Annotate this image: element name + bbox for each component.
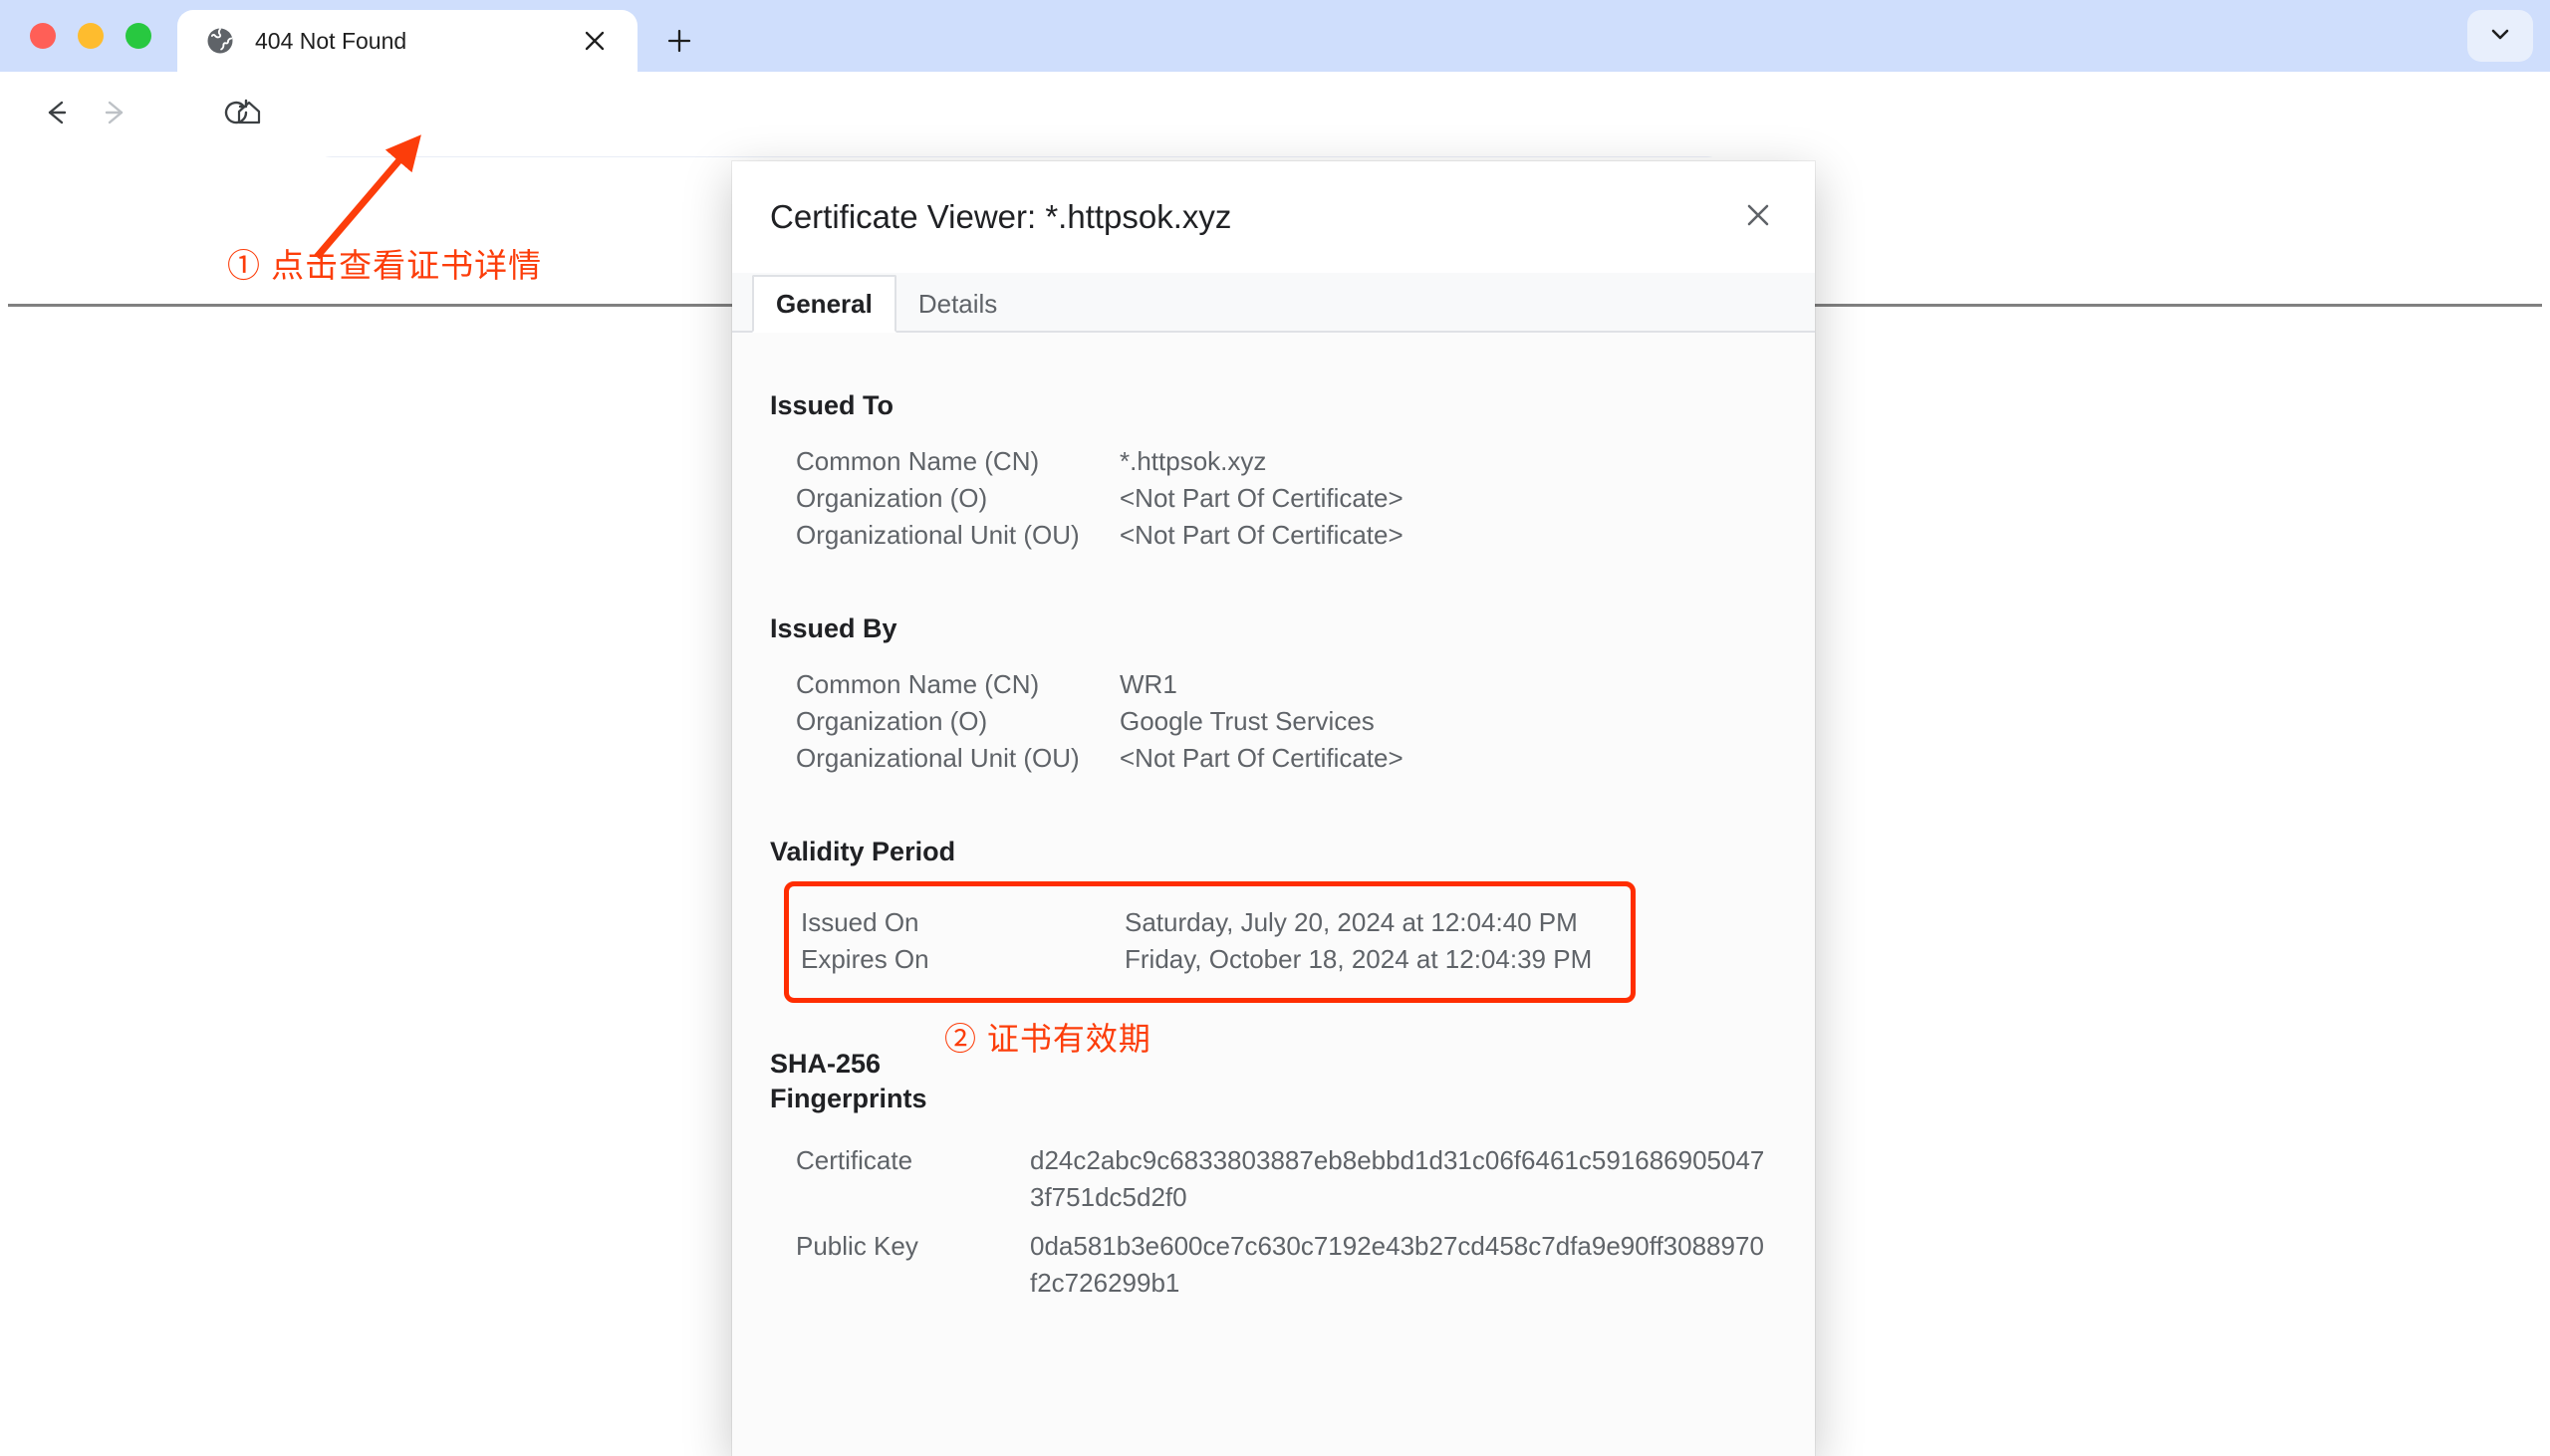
chevron-down-icon <box>2487 21 2513 52</box>
tab-details[interactable]: Details <box>896 275 1019 333</box>
section-heading-line2: Fingerprints <box>770 1082 939 1116</box>
field-value: 0da581b3e600ce7c630c7192e43b27cd458c7dfa… <box>1030 1228 1767 1302</box>
validity-highlight-wrapper: Issued On Saturday, July 20, 2024 at 12:… <box>784 881 1636 1003</box>
table-row: Expires On Friday, October 18, 2024 at 1… <box>789 941 1631 978</box>
dialog-close-button[interactable] <box>1735 194 1781 240</box>
browser-tab[interactable]: 404 Not Found <box>177 10 638 72</box>
section-heading: SHA-256 Fingerprints <box>770 1047 939 1116</box>
section-heading: Issued To <box>770 390 1815 421</box>
issued-to-table: Common Name (CN) *.httpsok.xyz Organizat… <box>796 443 1815 554</box>
field-value: <Not Part Of Certificate> <box>1120 480 1403 517</box>
field-label: Organization (O) <box>796 703 1120 740</box>
close-icon <box>1745 202 1771 233</box>
dialog-header: Certificate Viewer: *.httpsok.xyz <box>732 161 1815 273</box>
field-value: <Not Part Of Certificate> <box>1120 517 1403 554</box>
dialog-body: Issued To Common Name (CN) *.httpsok.xyz… <box>732 333 1815 1456</box>
section-fingerprints: SHA-256 Fingerprints Certificate d24c2ab… <box>732 1047 1815 1302</box>
table-row: Organizational Unit (OU) <Not Part Of Ce… <box>796 740 1815 777</box>
forward-button[interactable] <box>90 90 139 139</box>
field-label: Common Name (CN) <box>796 443 1120 480</box>
close-window-button[interactable] <box>30 23 56 49</box>
home-button[interactable] <box>224 90 274 139</box>
table-row: Common Name (CN) *.httpsok.xyz <box>796 443 1815 480</box>
field-value: <Not Part Of Certificate> <box>1120 740 1403 777</box>
issued-by-table: Common Name (CN) WR1 Organization (O) Go… <box>796 666 1815 777</box>
section-heading: Issued By <box>770 613 1815 644</box>
section-heading-line1: SHA-256 <box>770 1047 939 1082</box>
section-issued-to: Issued To Common Name (CN) *.httpsok.xyz… <box>732 390 1815 554</box>
new-tab-button[interactable] <box>659 21 699 61</box>
table-row: Organization (O) Google Trust Services <box>796 703 1815 740</box>
window-controls <box>30 23 151 49</box>
field-value: Friday, October 18, 2024 at 12:04:39 PM <box>1125 941 1592 978</box>
back-arrow-icon <box>41 97 73 133</box>
back-button[interactable] <box>32 90 82 139</box>
field-value: *.httpsok.xyz <box>1120 443 1266 480</box>
field-value: Saturday, July 20, 2024 at 12:04:40 PM <box>1125 904 1578 941</box>
section-validity-period: Validity Period Issued On Saturday, July… <box>732 837 1815 1003</box>
section-issued-by: Issued By Common Name (CN) WR1 Organizat… <box>732 613 1815 777</box>
table-row: Public Key 0da581b3e600ce7c630c7192e43b2… <box>796 1228 1815 1302</box>
section-heading: Validity Period <box>770 837 1815 867</box>
field-label: Organization (O) <box>796 480 1120 517</box>
forward-arrow-icon <box>99 97 130 133</box>
dialog-tabs: General Details <box>732 273 1815 333</box>
table-row: Certificate d24c2abc9c6833803887eb8ebbd1… <box>796 1142 1815 1216</box>
tab-title: 404 Not Found <box>255 28 406 55</box>
minimize-window-button[interactable] <box>78 23 104 49</box>
table-row: Organizational Unit (OU) <Not Part Of Ce… <box>796 517 1815 554</box>
validity-highlight-box: Issued On Saturday, July 20, 2024 at 12:… <box>784 881 1636 1003</box>
annotation-2-text: ② 证书有效期 <box>944 1014 1151 1060</box>
tab-strip: 404 Not Found <box>0 0 2550 72</box>
field-label: Expires On <box>801 941 1125 978</box>
fingerprints-table: Certificate d24c2abc9c6833803887eb8ebbd1… <box>796 1142 1815 1302</box>
field-label: Public Key <box>796 1228 1030 1302</box>
globe-icon <box>205 26 235 56</box>
field-label: Common Name (CN) <box>796 666 1120 703</box>
tab-general[interactable]: General <box>752 275 896 333</box>
dialog-title: Certificate Viewer: *.httpsok.xyz <box>770 198 1231 236</box>
certificate-viewer-dialog: Certificate Viewer: *.httpsok.xyz Genera… <box>732 161 1815 1456</box>
table-row: Common Name (CN) WR1 <box>796 666 1815 703</box>
tab-search-button[interactable] <box>2467 10 2533 62</box>
tab-close-icon[interactable] <box>578 24 612 58</box>
annotation-1-text: ① 点击查看证书详情 <box>227 239 542 287</box>
field-label: Organizational Unit (OU) <box>796 740 1120 777</box>
browser-window: 404 Not Found <box>0 0 2550 1456</box>
field-label: Issued On <box>801 904 1125 941</box>
table-row: Issued On Saturday, July 20, 2024 at 12:… <box>789 904 1631 941</box>
table-row: Organization (O) <Not Part Of Certificat… <box>796 480 1815 517</box>
field-value: WR1 <box>1120 666 1177 703</box>
home-icon <box>233 97 265 133</box>
field-value: Google Trust Services <box>1120 703 1375 740</box>
field-label: Organizational Unit (OU) <box>796 517 1120 554</box>
maximize-window-button[interactable] <box>126 23 151 49</box>
field-value: d24c2abc9c6833803887eb8ebbd1d31c06f6461c… <box>1030 1142 1767 1216</box>
field-label: Certificate <box>796 1142 1030 1216</box>
browser-toolbar: httpsok.xyz G 文 <box>0 72 2550 157</box>
